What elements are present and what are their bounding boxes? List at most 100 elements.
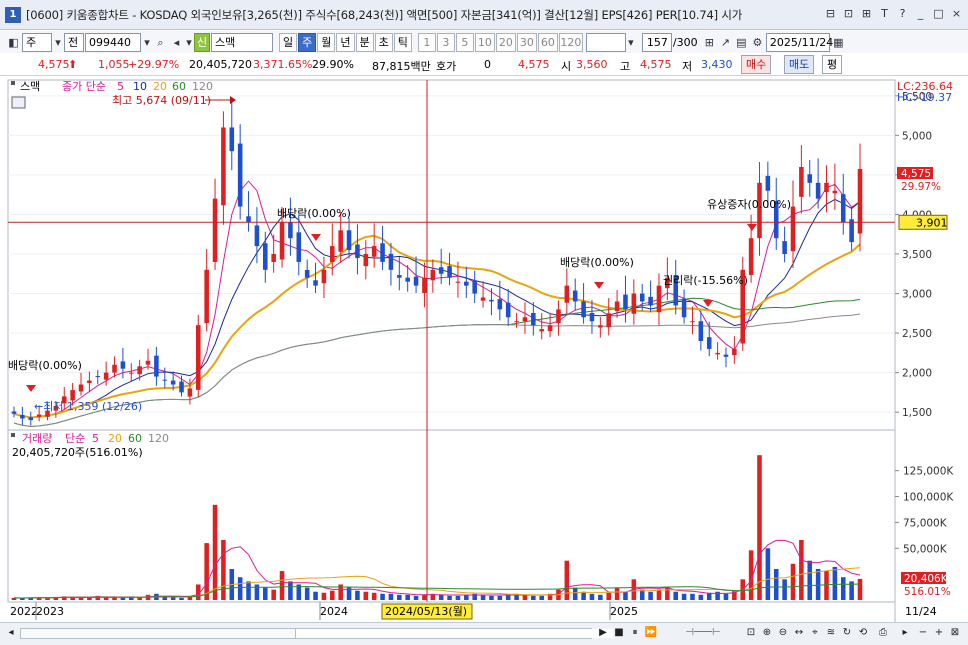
turnover-rate: 29.90% [312, 58, 354, 71]
buy-button[interactable]: 매수 [741, 55, 772, 74]
eval-button[interactable]: 평 [822, 55, 843, 74]
sell-button[interactable]: 매도 [784, 55, 815, 74]
speaker-icon[interactable]: ◂ [169, 35, 184, 50]
ma60-label: 60 [172, 80, 186, 93]
restore-layout-icon[interactable]: ⊡ [841, 7, 856, 22]
period-month[interactable]: 월 [317, 32, 336, 52]
print-icon[interactable]: ⎙ [876, 626, 890, 640]
volume-bar [815, 568, 821, 600]
fit-icon[interactable]: ↔ [792, 626, 806, 640]
close-button[interactable]: × [949, 7, 964, 22]
drawing-tool-icon[interactable]: ↗ [718, 35, 733, 50]
scroll-right-icon[interactable]: ▸ [898, 626, 912, 640]
interval-button[interactable]: 1 [417, 32, 436, 52]
period-year[interactable]: 년 [336, 32, 355, 52]
interval-button[interactable]: 5 [455, 32, 474, 52]
search-icon[interactable]: ⌕ [153, 35, 168, 50]
hc-label: HC:-19.37 [897, 91, 952, 104]
volume-bar [698, 594, 704, 600]
layout-icon[interactable]: ⊟ [823, 7, 838, 22]
indicator-icon[interactable]: ⊞ [702, 35, 717, 50]
volume-bar [212, 504, 218, 600]
prev-button[interactable]: 전 [64, 32, 84, 52]
play-icon[interactable]: ▶ [596, 626, 610, 640]
gear-icon[interactable]: ⚙ [750, 35, 765, 50]
tile-icon[interactable]: ⊞ [859, 7, 874, 22]
candle-body [472, 280, 477, 294]
interval-button[interactable]: 60 [537, 32, 558, 52]
period-minute[interactable]: 분 [355, 32, 374, 52]
sync-icon[interactable]: ⟲ [856, 626, 870, 640]
stop-icon[interactable]: ■ [612, 626, 626, 640]
candle-body [397, 275, 402, 278]
candle-body [405, 277, 410, 282]
candle-body [170, 380, 176, 385]
speed-slider[interactable]: ⊣───⊢ [668, 626, 738, 640]
fast-forward-icon[interactable]: ⏩ [644, 626, 658, 640]
save-icon[interactable]: ▤ [734, 35, 749, 50]
volume-bar [263, 587, 268, 600]
font-icon[interactable]: T [877, 7, 892, 22]
zoom-box-icon[interactable]: ⊡ [744, 626, 758, 640]
price-volume-chart[interactable]: 5,5005,0004,5004,0003,5003,0002,5002,000… [0, 77, 968, 622]
candle-body [564, 285, 570, 303]
custom-interval-input[interactable] [585, 32, 626, 52]
grid-toggle-icon[interactable] [11, 96, 26, 109]
pause-icon[interactable]: ⏸ [628, 626, 642, 640]
help-icon[interactable]: ? [895, 7, 910, 22]
current-price: 4,575 [38, 58, 70, 71]
refresh-icon[interactable]: ↻ [840, 626, 854, 640]
interval-button[interactable]: 20 [495, 32, 516, 52]
volume-pct: 3,371.65% [253, 58, 313, 71]
data-count-input[interactable]: 157 [641, 32, 672, 52]
period-week[interactable]: 주 [298, 32, 317, 52]
volume-bar [606, 592, 611, 600]
stock-code-input[interactable]: 099440 [85, 32, 141, 52]
chevron-down-icon[interactable]: ▾ [185, 35, 193, 50]
hoga-price: 4,575 [518, 58, 550, 71]
event-rights-offering: 유상증자(0.00%) [707, 198, 791, 211]
volume-bar [832, 566, 838, 600]
interval-button[interactable]: 10 [474, 32, 495, 52]
candle-body [346, 230, 352, 251]
x-label-2025: 2025 [610, 605, 638, 618]
horizontal-scrollbar[interactable] [20, 628, 613, 639]
chevron-down-icon[interactable]: ▾ [53, 35, 63, 50]
price-axis-label: 5,000 [902, 130, 932, 142]
interval-button[interactable]: 30 [516, 32, 537, 52]
chart-list-icon[interactable]: ◧ [6, 35, 21, 50]
candle-body [162, 379, 168, 381]
zoom-toggle-icon[interactable]: ⊠ [948, 626, 962, 640]
stock-name-field[interactable]: 스맥 [211, 32, 273, 52]
calendar-icon[interactable]: ▦ [831, 35, 846, 50]
period-mode-select[interactable]: 주 [22, 32, 52, 52]
minimize-button[interactable]: _ [913, 7, 928, 22]
candle-body [447, 266, 452, 278]
candle-body [388, 253, 394, 270]
candle-body [824, 182, 829, 192]
maximize-button[interactable]: □ [931, 7, 946, 22]
date-input[interactable]: 2025/11/24 [765, 32, 833, 52]
zoom-in-icon[interactable]: ⊕ [760, 626, 774, 640]
interval-button[interactable]: 120 [558, 32, 583, 52]
interval-button[interactable]: 3 [436, 32, 455, 52]
chevron-down-icon[interactable]: ▾ [627, 35, 635, 50]
scroll-thumb[interactable] [295, 629, 613, 638]
period-day[interactable]: 일 [279, 32, 298, 52]
scroll-left-icon[interactable]: ◂ [4, 626, 18, 640]
window-number-badge: 1 [5, 6, 21, 23]
volume-bar [765, 548, 771, 600]
period-second[interactable]: 초 [374, 32, 393, 52]
zoom-out-icon[interactable]: ⊖ [776, 626, 790, 640]
plus-icon[interactable]: + [932, 626, 946, 640]
measure-icon[interactable]: ⌖ [808, 626, 822, 640]
period-tick[interactable]: 틱 [393, 32, 412, 52]
volume-bar [271, 589, 276, 600]
volume-bar [204, 543, 209, 600]
candle-body [623, 294, 628, 310]
code-dropdown-icon[interactable]: ▾ [142, 35, 152, 50]
volume-bar [673, 591, 679, 600]
minus-icon[interactable]: − [916, 626, 930, 640]
candle-body [681, 298, 687, 318]
compare-icon[interactable]: ≋ [824, 626, 838, 640]
